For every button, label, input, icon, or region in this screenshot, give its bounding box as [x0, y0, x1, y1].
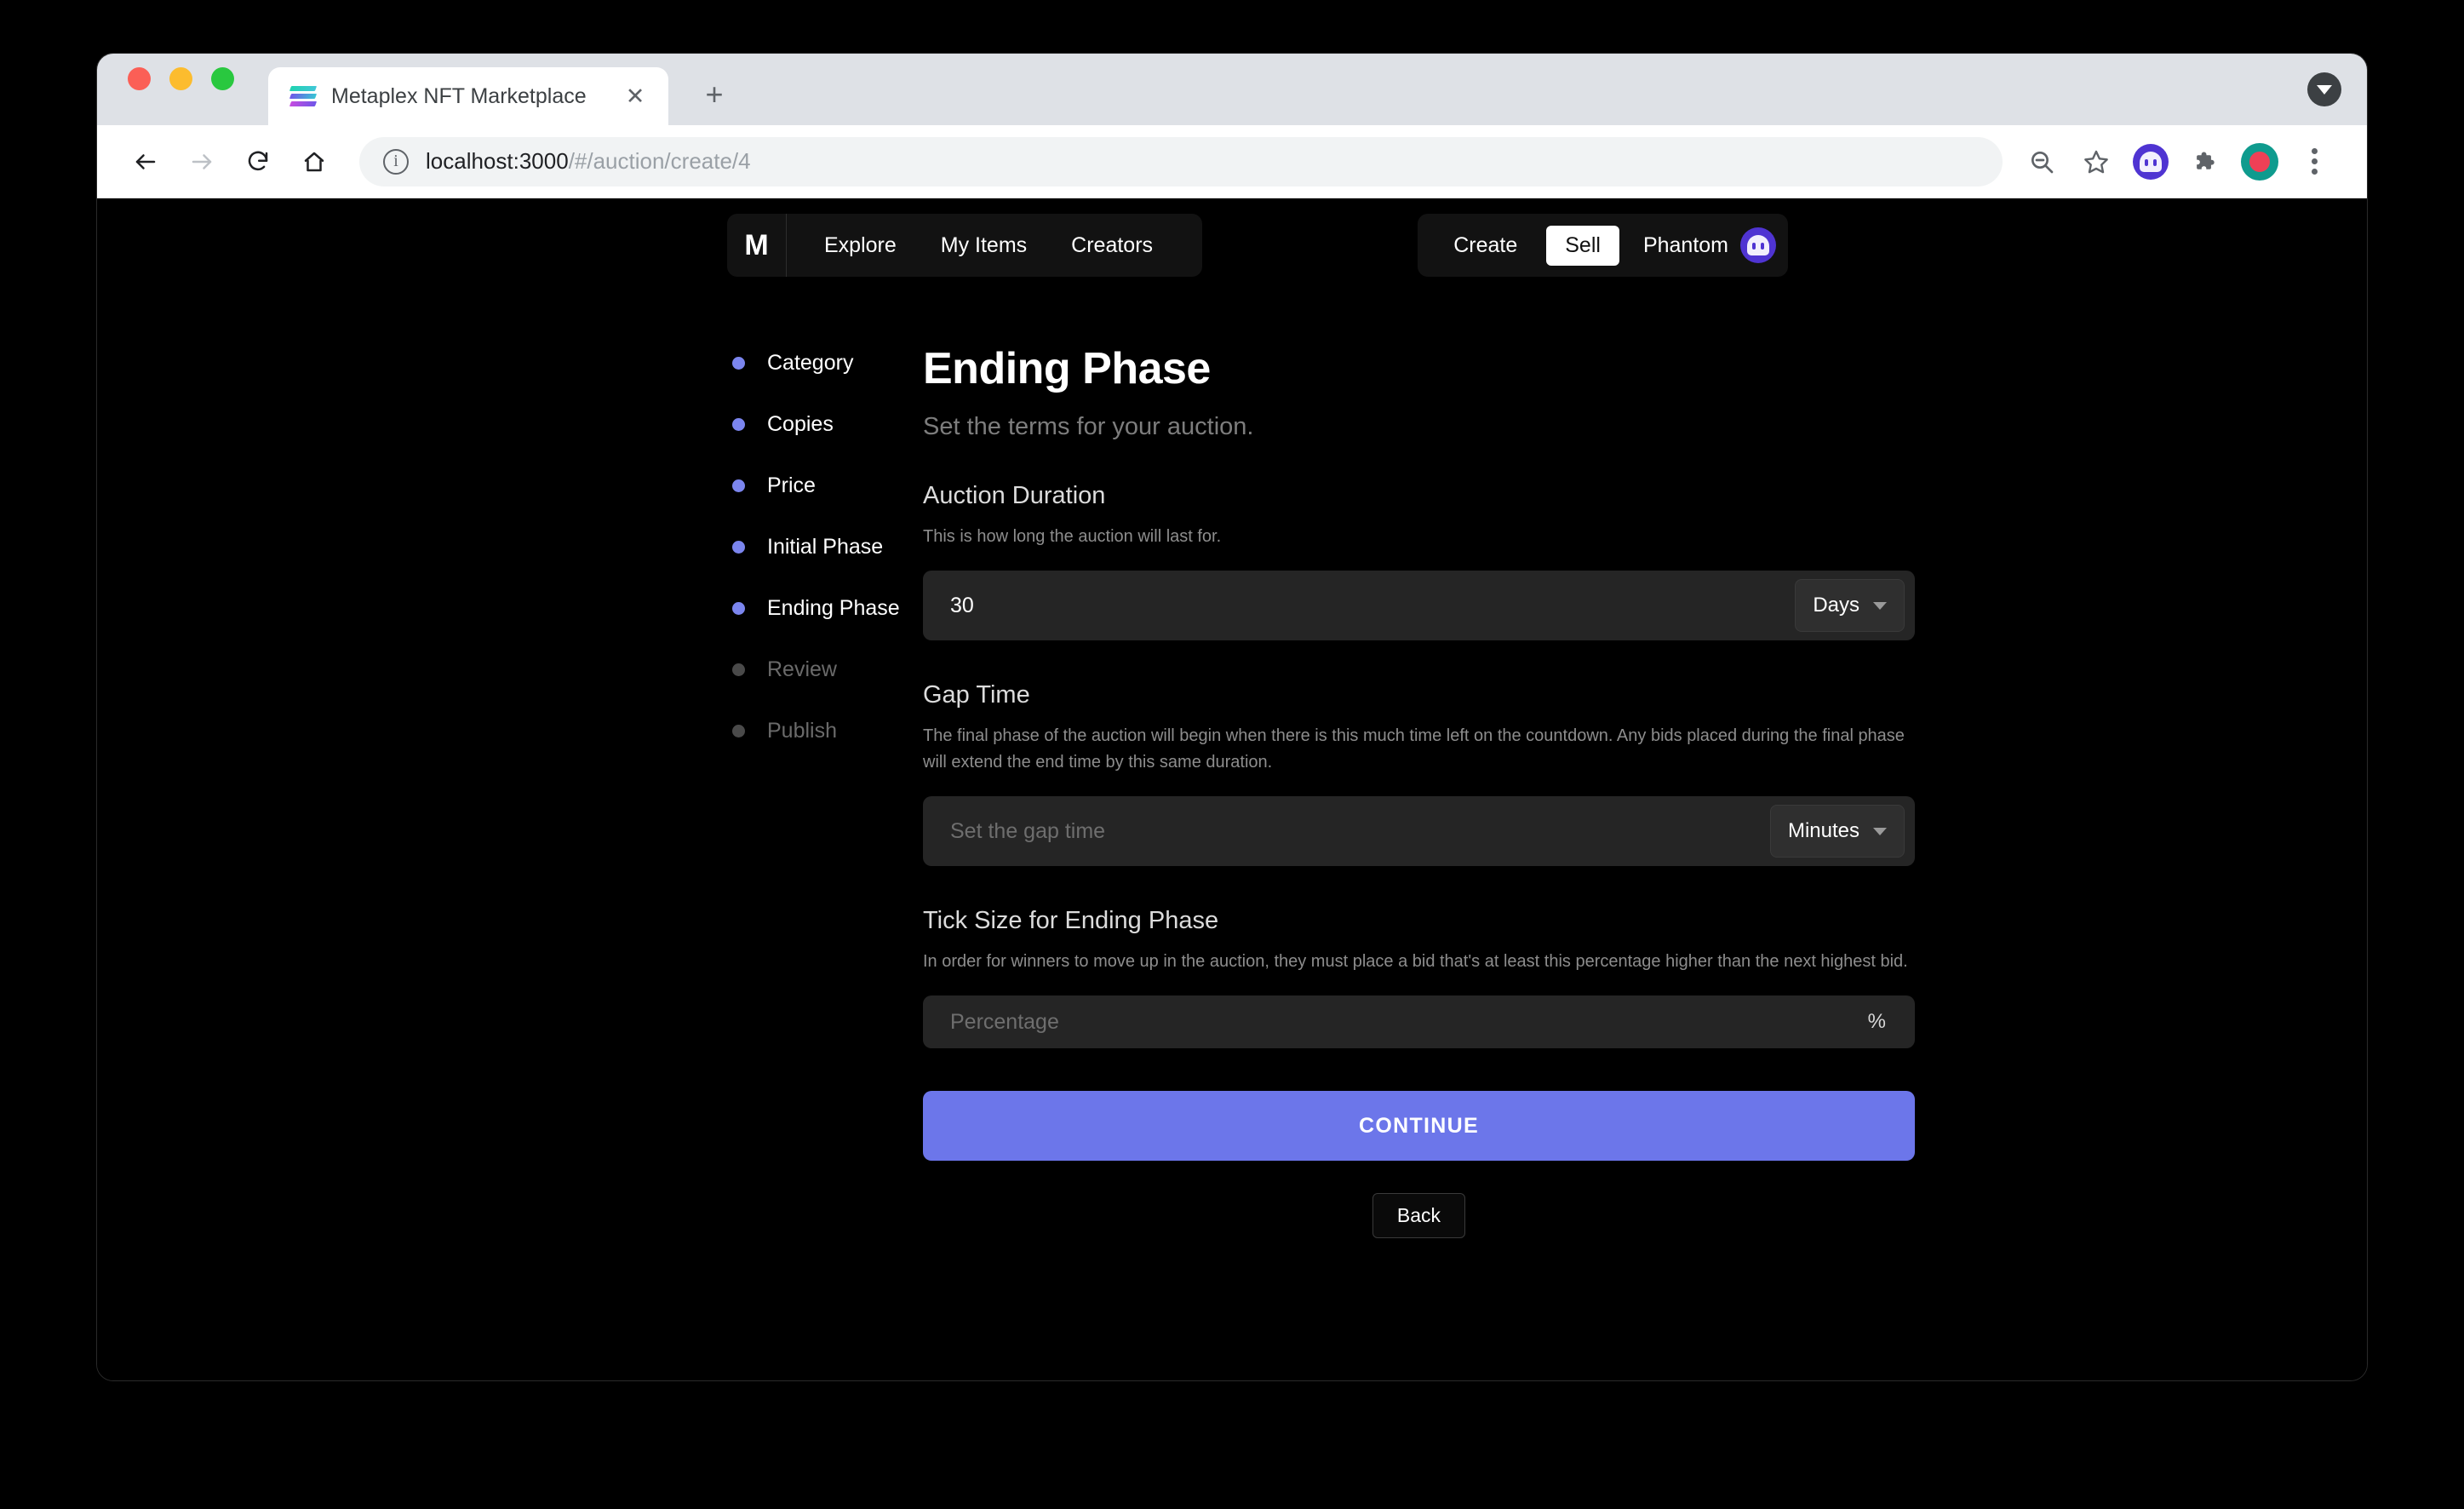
- section-description: In order for winners to move up in the a…: [923, 952, 1908, 971]
- url-text: localhost:3000/#/auction/create/4: [426, 148, 751, 175]
- back-icon[interactable]: [121, 137, 170, 186]
- step-review[interactable]: Review: [731, 658, 914, 720]
- step-marker: [731, 720, 745, 737]
- sell-button[interactable]: Sell: [1546, 225, 1619, 266]
- browser-tab-strip: Metaplex NFT Marketplace ✕ +: [97, 54, 2367, 125]
- step-marker: [731, 413, 745, 434]
- step-marker: [731, 658, 745, 680]
- browser-tab[interactable]: Metaplex NFT Marketplace ✕: [268, 67, 668, 125]
- chevron-down-icon[interactable]: [2307, 72, 2341, 106]
- minimize-window-button[interactable]: [169, 66, 192, 90]
- auction-duration-field[interactable]: 30 Days: [923, 571, 1915, 640]
- reload-icon[interactable]: [233, 137, 283, 186]
- step-marker: [731, 597, 745, 618]
- primary-nav: M Explore My Items Creators: [727, 214, 1203, 277]
- create-button[interactable]: Create: [1438, 233, 1533, 258]
- extensions-puzzle-icon[interactable]: [2181, 138, 2229, 186]
- step-label: Copies: [767, 412, 834, 436]
- close-window-button[interactable]: [128, 66, 151, 90]
- app-page: M Explore My Items Creators Create Sell …: [97, 198, 2367, 1380]
- nav-item-creators[interactable]: Creators: [1049, 233, 1175, 258]
- solana-logo-icon: [289, 83, 318, 109]
- unit-label: Minutes: [1787, 819, 1859, 842]
- nav-item-explore[interactable]: Explore: [802, 233, 919, 258]
- profile-avatar-icon[interactable]: [2236, 138, 2283, 186]
- page-content: Category Copies Price Initial Phase Endi…: [97, 277, 2367, 1238]
- page-title: Ending Phase: [923, 344, 1211, 393]
- step-marker: [731, 352, 745, 373]
- gap-time-field[interactable]: Set the gap time Minutes: [923, 796, 1915, 866]
- wallet-label: Phantom: [1642, 232, 1728, 257]
- gap-time-unit-select[interactable]: Minutes: [1769, 805, 1905, 858]
- tick-size-input[interactable]: Percentage: [950, 1010, 1868, 1035]
- back-button[interactable]: Back: [1372, 1193, 1466, 1238]
- page-subtitle: Set the terms for your auction.: [923, 413, 1254, 440]
- app-header: M Explore My Items Creators Create Sell …: [97, 198, 2367, 277]
- step-copies[interactable]: Copies: [731, 413, 914, 474]
- close-icon[interactable]: ✕: [621, 82, 650, 111]
- auction-duration-input[interactable]: 30: [950, 594, 1795, 618]
- nav-item-my-items[interactable]: My Items: [919, 233, 1049, 258]
- home-icon[interactable]: [289, 137, 339, 186]
- section-title: Auction Duration: [923, 482, 1106, 509]
- phantom-extension-icon[interactable]: [2127, 138, 2175, 186]
- header-actions: Create Sell Phantom: [1418, 214, 1788, 277]
- back-row: Back: [923, 1193, 1915, 1238]
- step-label: Category: [767, 351, 854, 375]
- step-initial-phase[interactable]: Initial Phase: [731, 536, 914, 597]
- step-marker: [731, 536, 745, 557]
- browser-tab-title: Metaplex NFT Marketplace: [331, 83, 587, 108]
- section-description: This is how long the auction will last f…: [923, 527, 1222, 546]
- browser-toolbar: i localhost:3000/#/auction/create/4: [97, 125, 2367, 198]
- step-label: Initial Phase: [767, 535, 884, 559]
- unit-label: Days: [1813, 594, 1859, 617]
- browser-window: Metaplex NFT Marketplace ✕ + i localhost…: [96, 53, 2368, 1381]
- wallet-button[interactable]: Phantom: [1633, 227, 1776, 263]
- step-label: Review: [767, 657, 837, 681]
- chrome-menu-icon[interactable]: [2290, 138, 2338, 186]
- section-description: The final phase of the auction will begi…: [923, 726, 1905, 772]
- section-title: Gap Time: [923, 681, 1030, 709]
- section-tick-size: Tick Size for Ending Phase In order for …: [923, 907, 1915, 1048]
- new-tab-button[interactable]: +: [696, 76, 733, 113]
- window-traffic-lights: [128, 54, 234, 125]
- gap-time-input[interactable]: Set the gap time: [950, 819, 1770, 844]
- chevron-down-icon: [1873, 827, 1887, 835]
- url-host: localhost:3000: [426, 148, 569, 174]
- tick-size-field[interactable]: Percentage %: [923, 995, 1915, 1048]
- forward-icon[interactable]: [177, 137, 226, 186]
- auction-form: Ending Phase Set the terms for your auct…: [914, 343, 1915, 1238]
- step-marker: [731, 474, 745, 496]
- chevron-down-icon: [1873, 601, 1887, 610]
- step-label: Ending Phase: [767, 596, 900, 620]
- url-path: /#/auction/create/4: [568, 148, 751, 174]
- section-gap-time: Gap Time The final phase of the auction …: [923, 681, 1915, 866]
- metaplex-logo[interactable]: M: [727, 214, 787, 277]
- maximize-window-button[interactable]: [211, 66, 234, 90]
- zoom-out-icon[interactable]: [2018, 138, 2066, 186]
- step-label: Price: [767, 473, 816, 497]
- site-info-icon[interactable]: i: [383, 148, 409, 175]
- continue-button[interactable]: CONTINUE: [923, 1091, 1915, 1161]
- percent-suffix: %: [1867, 1010, 1886, 1033]
- step-price[interactable]: Price: [731, 474, 914, 536]
- step-publish[interactable]: Publish: [731, 720, 914, 781]
- step-category[interactable]: Category: [731, 352, 914, 413]
- bookmark-star-icon[interactable]: [2072, 138, 2120, 186]
- step-ending-phase[interactable]: Ending Phase: [731, 597, 914, 658]
- section-auction-duration: Auction Duration This is how long the au…: [923, 482, 1915, 640]
- phantom-ghost-icon: [1740, 227, 1776, 263]
- wizard-steps: Category Copies Price Initial Phase Endi…: [731, 343, 914, 1238]
- step-label: Publish: [767, 719, 837, 743]
- auction-duration-unit-select[interactable]: Days: [1795, 579, 1905, 632]
- address-bar[interactable]: i localhost:3000/#/auction/create/4: [359, 136, 2003, 186]
- section-title: Tick Size for Ending Phase: [923, 907, 1219, 934]
